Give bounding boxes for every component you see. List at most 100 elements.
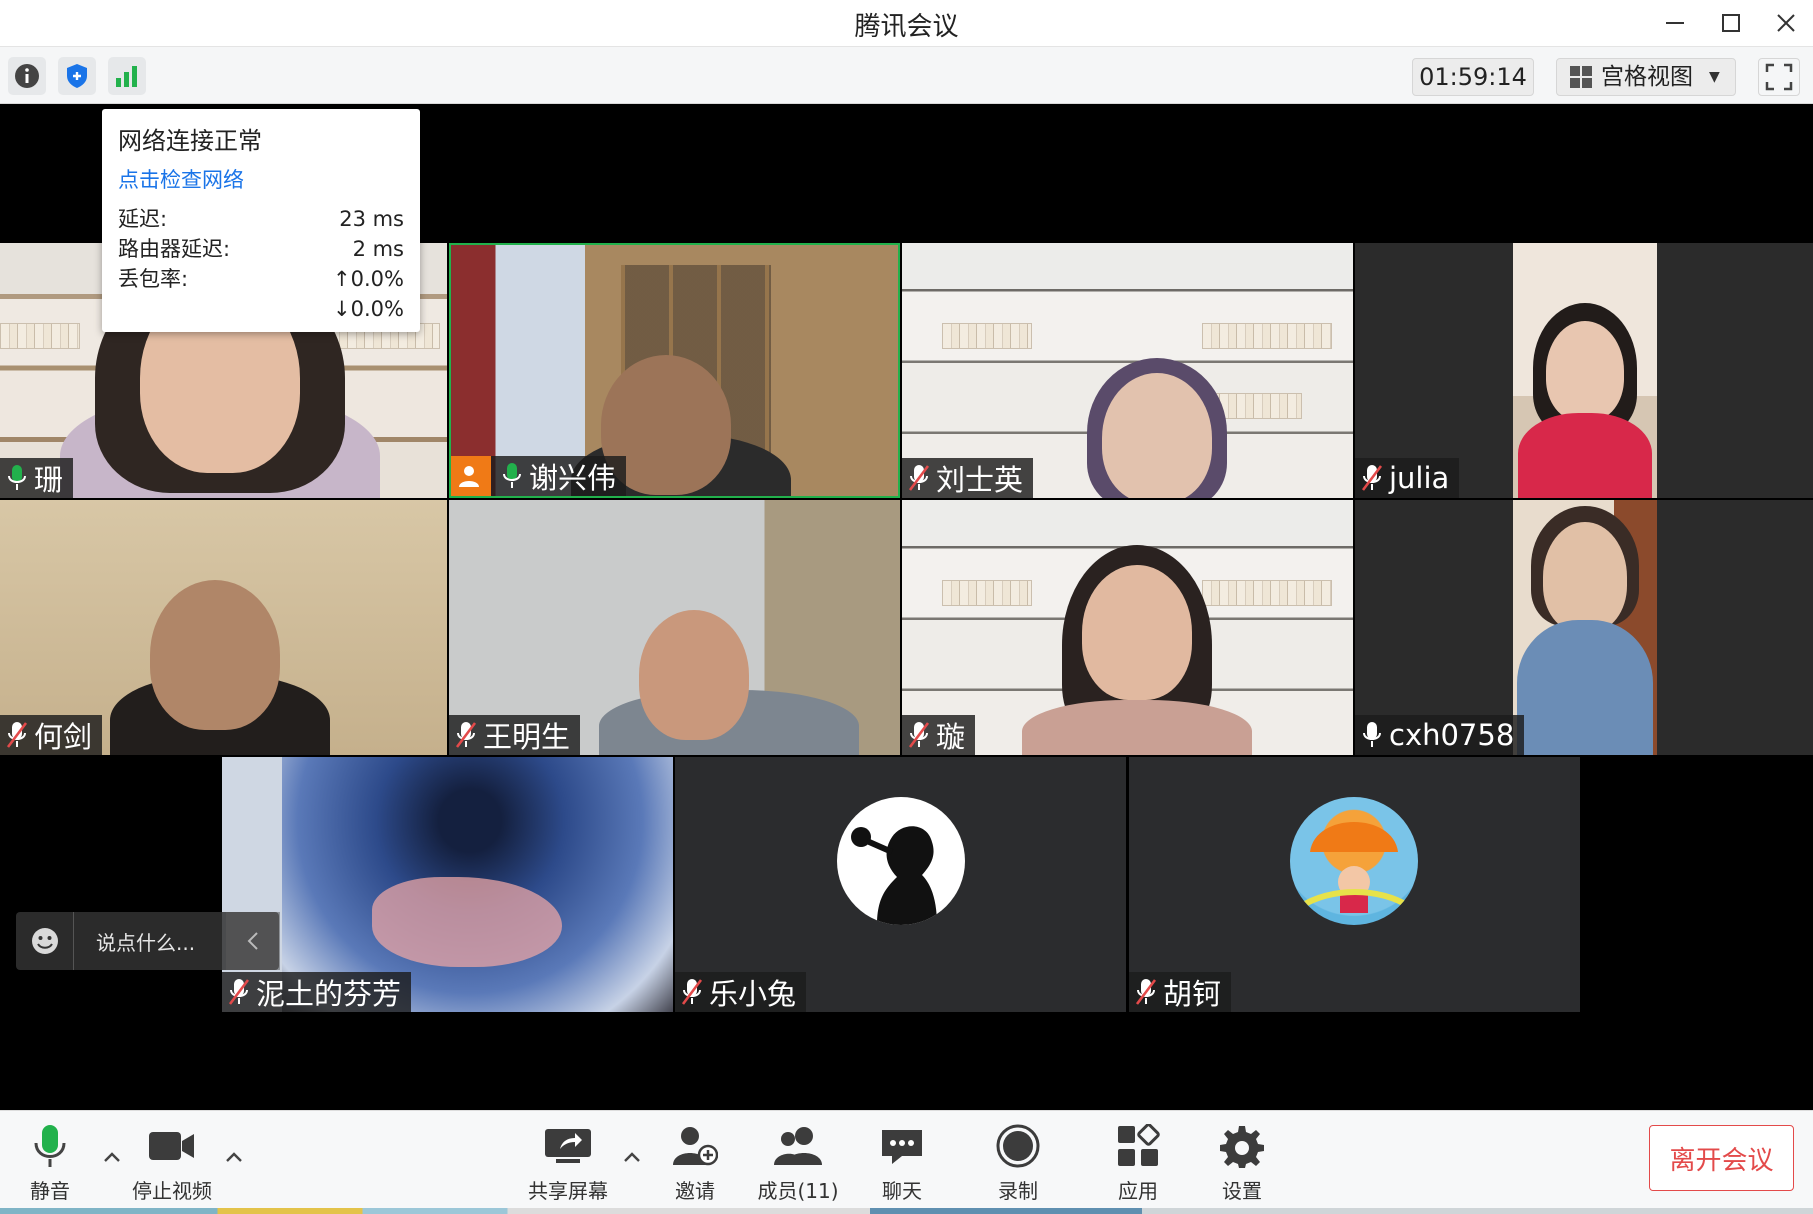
apps-button[interactable]: 应用 bbox=[1088, 1121, 1188, 1207]
video-tile-cxh0758[interactable]: cxh0758 bbox=[1355, 500, 1813, 755]
video-tile-nitu-de-fenfang[interactable]: 泥土的芬芳 bbox=[222, 757, 673, 1012]
participant-namebar: 珊 bbox=[0, 458, 74, 498]
books bbox=[942, 323, 1032, 349]
apps-icon bbox=[1118, 1124, 1160, 1166]
meeting-toolbar: 01:59:14 宫格视图 ▼ bbox=[0, 46, 1813, 104]
fullscreen-button[interactable] bbox=[1758, 58, 1800, 96]
video-tile-xie-xingwei[interactable]: 谢兴伟 bbox=[449, 243, 900, 498]
packet-loss-label: 丢包率: bbox=[118, 267, 189, 291]
audio-options-button[interactable] bbox=[100, 1145, 124, 1169]
meeting-controls: 静音 停止视频 共享屏幕 邀请 成员(11) 聊天 录制 应用 设置 离开会议 bbox=[0, 1110, 1813, 1214]
stop-video-button[interactable]: 停止视频 bbox=[122, 1121, 222, 1207]
person-face bbox=[1543, 522, 1627, 632]
latency-value: 23 ms bbox=[339, 207, 404, 231]
stop-video-label: 停止视频 bbox=[132, 1179, 212, 1203]
invite-label: 邀请 bbox=[675, 1179, 715, 1203]
video-tile-xuan[interactable]: 璇 bbox=[902, 500, 1353, 755]
microphone-icon bbox=[34, 1125, 66, 1167]
chat-bubble-icon bbox=[882, 1130, 922, 1164]
packet-loss-up: ↑0.0% bbox=[333, 267, 404, 291]
person-face bbox=[639, 610, 749, 740]
view-mode-dropdown[interactable]: 宫格视图 ▼ bbox=[1556, 58, 1736, 96]
person-face bbox=[1082, 565, 1192, 700]
avatar bbox=[837, 797, 965, 925]
chat-collapse-button[interactable] bbox=[226, 912, 280, 970]
participant-namebar: 何剑 bbox=[0, 715, 103, 755]
network-status-title: 网络连接正常 bbox=[118, 127, 262, 155]
participant-name: julia bbox=[1389, 461, 1450, 495]
maximize-icon bbox=[1722, 14, 1740, 32]
chat-button[interactable]: 聊天 bbox=[852, 1121, 952, 1207]
chevron-up-icon bbox=[226, 1152, 242, 1162]
router-latency-label: 路由器延迟: bbox=[118, 237, 231, 261]
check-network-link[interactable]: 点击检查网络 bbox=[118, 164, 404, 194]
members-icon bbox=[774, 1127, 822, 1165]
silhouette-icon bbox=[851, 826, 937, 925]
title-bar: 腾讯会议 bbox=[0, 0, 1813, 46]
video-tile-he-jian[interactable]: 何剑 bbox=[0, 500, 447, 755]
books bbox=[1202, 323, 1332, 349]
share-screen-button[interactable]: 共享屏幕 bbox=[518, 1121, 618, 1207]
apps-label: 应用 bbox=[1118, 1179, 1158, 1203]
participant-namebar: 泥土的芬芳 bbox=[222, 972, 412, 1012]
minimize-icon bbox=[1666, 22, 1684, 24]
mic-muted-icon bbox=[906, 719, 932, 751]
books bbox=[1202, 580, 1332, 606]
participant-name: 乐小兔 bbox=[709, 977, 797, 1011]
network-status-button[interactable] bbox=[108, 57, 146, 95]
cartoon-parachute-icon bbox=[1298, 822, 1412, 913]
latency-label: 延迟: bbox=[118, 207, 168, 231]
share-options-button[interactable] bbox=[620, 1145, 644, 1169]
video-tile-wang-mingsheng[interactable]: 王明生 bbox=[449, 500, 900, 755]
caret-down-icon: ▼ bbox=[1709, 69, 1720, 85]
router-latency-value: 2 ms bbox=[352, 237, 404, 261]
view-mode-label: 宫格视图 bbox=[1601, 64, 1693, 90]
video-tile-hu-ke[interactable]: 胡钶 bbox=[1129, 757, 1580, 1012]
record-button[interactable]: 录制 bbox=[968, 1121, 1068, 1207]
close-button[interactable] bbox=[1766, 4, 1806, 42]
mic-muted-icon bbox=[226, 976, 252, 1008]
gear-icon bbox=[1220, 1126, 1264, 1168]
emoji-button[interactable] bbox=[16, 912, 74, 970]
person-face bbox=[1546, 321, 1624, 421]
share-screen-label: 共享屏幕 bbox=[528, 1179, 608, 1203]
books bbox=[0, 323, 80, 349]
participant-namebar: 胡钶 bbox=[1129, 972, 1232, 1012]
person-body bbox=[1517, 620, 1653, 755]
mic-muted-icon bbox=[4, 719, 30, 751]
mic-on-icon bbox=[1359, 719, 1385, 751]
network-status-popup: 网络连接正常 点击检查网络 延迟: 23 ms 路由器延迟: 2 ms 丢包率:… bbox=[102, 109, 420, 332]
latency-row: 延迟: 23 ms bbox=[118, 204, 404, 234]
participant-name: 王明生 bbox=[483, 720, 571, 754]
invite-button[interactable]: 邀请 bbox=[645, 1121, 745, 1207]
participant-name: 谢兴伟 bbox=[529, 461, 617, 495]
mic-on-icon bbox=[499, 460, 525, 492]
maximize-button[interactable] bbox=[1711, 4, 1751, 42]
video-tile-le-xiaotu[interactable]: 乐小兔 bbox=[675, 757, 1126, 1012]
participant-name: 泥土的芬芳 bbox=[256, 977, 402, 1011]
members-button[interactable]: 成员(11) bbox=[748, 1121, 848, 1207]
mic-muted-icon bbox=[453, 719, 479, 751]
info-button[interactable] bbox=[8, 57, 46, 95]
packet-loss-down: ↓0.0% bbox=[333, 297, 404, 321]
minimize-button[interactable] bbox=[1655, 4, 1695, 42]
avatar bbox=[1290, 797, 1418, 925]
video-tile-liu-shiying[interactable]: 刘士英 bbox=[902, 243, 1353, 498]
video-tile-julia[interactable]: julia bbox=[1355, 243, 1813, 498]
leave-meeting-button[interactable]: 离开会议 bbox=[1649, 1125, 1794, 1191]
settings-button[interactable]: 设置 bbox=[1192, 1121, 1292, 1207]
participant-namebar: 王明生 bbox=[449, 715, 581, 755]
video-options-button[interactable] bbox=[222, 1145, 246, 1169]
signal-bars-icon bbox=[116, 66, 137, 87]
chevron-up-icon bbox=[624, 1152, 640, 1162]
record-label: 录制 bbox=[998, 1179, 1038, 1203]
chat-placeholder[interactable]: 说点什么... bbox=[74, 927, 195, 956]
participant-name: cxh0758 bbox=[1389, 718, 1515, 752]
packet-loss-down-row: ↓0.0% bbox=[118, 294, 404, 324]
security-button[interactable] bbox=[58, 57, 96, 95]
chevron-up-icon bbox=[104, 1152, 120, 1162]
chevron-left-icon bbox=[247, 932, 258, 950]
mic-muted-icon bbox=[679, 976, 705, 1008]
mute-button[interactable]: 静音 bbox=[0, 1121, 100, 1207]
window-title: 腾讯会议 bbox=[854, 12, 959, 42]
